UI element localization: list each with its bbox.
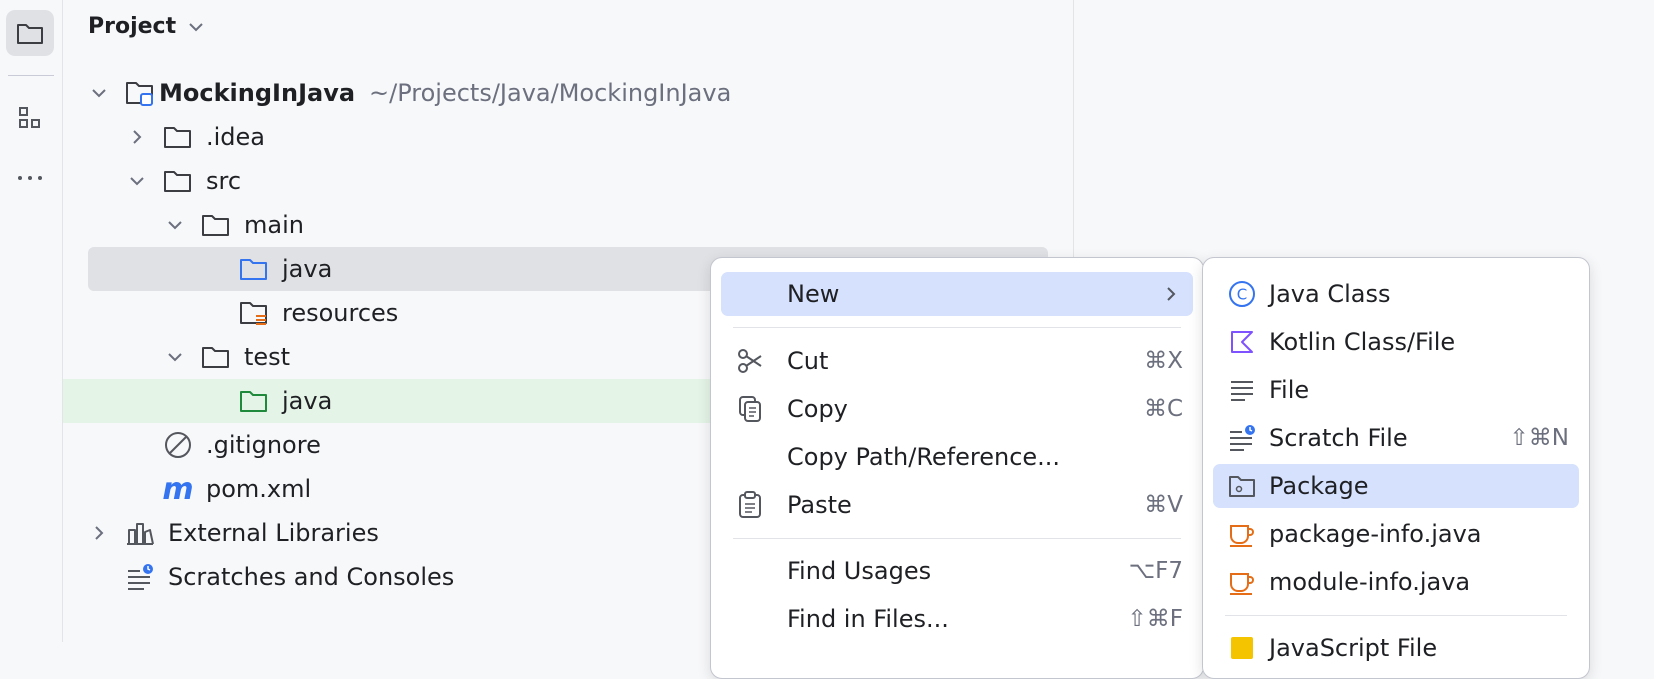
project-path: ~/Projects/Java/MockingInJava <box>369 79 732 107</box>
scissors-icon <box>735 346 765 376</box>
svg-text:C: C <box>1237 286 1247 304</box>
java-file-icon <box>1227 567 1257 597</box>
submenu-item-module-info[interactable]: module-info.java <box>1213 560 1579 604</box>
menu-item-cut[interactable]: Cut ⌘X <box>721 339 1193 383</box>
resources-folder-icon <box>239 298 269 328</box>
source-folder-icon <box>239 254 269 284</box>
shortcut: ⌘X <box>1144 348 1183 374</box>
chevron-down-icon[interactable] <box>163 213 187 237</box>
more-icon <box>18 176 42 180</box>
chevron-down-icon[interactable] <box>125 169 149 193</box>
maven-icon: m <box>162 471 194 507</box>
project-view-selector[interactable]: Project <box>88 14 204 39</box>
scratches-icon <box>125 562 155 592</box>
tree-item-label: main <box>244 211 304 239</box>
folder-icon <box>201 342 231 372</box>
more-tools-button[interactable] <box>6 155 54 201</box>
library-icon <box>125 518 155 548</box>
menu-separator <box>733 327 1181 328</box>
copy-icon <box>735 394 765 424</box>
chevron-down-icon[interactable] <box>87 81 111 105</box>
javascript-file-icon <box>1227 633 1257 663</box>
chevron-down-icon[interactable] <box>163 345 187 369</box>
panel-title: Project <box>88 14 177 39</box>
tree-item-label: test <box>244 343 291 371</box>
menu-item-new[interactable]: New <box>721 272 1193 316</box>
tree-item-label: resources <box>282 299 399 327</box>
submenu-item-java-class[interactable]: C Java Class <box>1213 272 1579 316</box>
tree-item-label: .idea <box>206 123 266 151</box>
tree-row-main[interactable]: main <box>63 203 1073 247</box>
package-folder-icon <box>1227 471 1257 501</box>
tree-item-label: src <box>206 167 242 195</box>
tree-item-label: java <box>282 255 333 283</box>
structure-tool-button[interactable] <box>6 95 54 141</box>
text-file-icon <box>1227 375 1257 405</box>
tree-row-src[interactable]: src <box>63 159 1073 203</box>
project-folder-icon <box>125 78 155 108</box>
kotlin-icon <box>1227 327 1257 357</box>
submenu-item-javascript[interactable]: JavaScript File <box>1213 626 1579 670</box>
shortcut: ⌥F7 <box>1128 558 1183 584</box>
context-menu: New Cut ⌘X Copy ⌘C Copy Path/Reference..… <box>710 257 1204 679</box>
tool-window-strip <box>0 0 63 642</box>
submenu-item-file[interactable]: File <box>1213 368 1579 412</box>
ignore-file-icon <box>163 430 193 460</box>
tree-item-label: External Libraries <box>168 519 379 547</box>
shortcut: ⌘V <box>1144 492 1183 518</box>
submenu-item-package[interactable]: Package <box>1213 464 1579 508</box>
tree-item-label: .gitignore <box>206 431 321 459</box>
folder-icon <box>201 210 231 240</box>
scratch-file-icon <box>1227 423 1257 453</box>
tree-row-project-root[interactable]: MockingInJava ~/Projects/Java/MockingInJa… <box>63 71 1073 115</box>
chevron-right-icon[interactable] <box>125 125 149 149</box>
chevron-right-icon[interactable] <box>87 521 111 545</box>
java-file-icon <box>1227 519 1257 549</box>
menu-item-copy-path[interactable]: Copy Path/Reference... <box>721 435 1193 479</box>
menu-separator <box>1225 615 1567 616</box>
shortcut: ⇧⌘N <box>1509 425 1569 451</box>
structure-icon <box>19 107 40 128</box>
shortcut: ⌘C <box>1143 396 1183 422</box>
tree-item-label: java <box>282 387 333 415</box>
project-tool-button[interactable] <box>6 10 54 56</box>
menu-item-find-in-files[interactable]: Find in Files... ⇧⌘F <box>721 597 1193 641</box>
tree-row-idea[interactable]: .idea <box>63 115 1073 159</box>
submenu-item-kotlin[interactable]: Kotlin Class/File <box>1213 320 1579 364</box>
java-class-icon: C <box>1227 279 1257 309</box>
submenu-item-package-info[interactable]: package-info.java <box>1213 512 1579 556</box>
new-submenu: C Java Class Kotlin Class/File File Scra… <box>1202 257 1590 679</box>
paste-icon <box>735 490 765 520</box>
menu-item-paste[interactable]: Paste ⌘V <box>721 483 1193 527</box>
menu-item-copy[interactable]: Copy ⌘C <box>721 387 1193 431</box>
chevron-right-icon <box>1167 287 1176 301</box>
menu-item-find-usages[interactable]: Find Usages ⌥F7 <box>721 549 1193 593</box>
submenu-item-scratch[interactable]: Scratch File ⇧⌘N <box>1213 416 1579 460</box>
shortcut: ⇧⌘F <box>1127 606 1183 632</box>
folder-icon <box>163 122 193 152</box>
folder-icon <box>17 24 43 44</box>
tree-item-label: pom.xml <box>206 475 312 503</box>
tree-item-label: MockingInJava <box>159 79 356 107</box>
folder-icon <box>163 166 193 196</box>
tree-item-label: Scratches and Consoles <box>168 563 455 591</box>
chevron-down-icon <box>189 22 203 31</box>
strip-divider <box>8 75 54 76</box>
test-folder-icon <box>239 386 269 416</box>
menu-separator <box>733 538 1181 539</box>
